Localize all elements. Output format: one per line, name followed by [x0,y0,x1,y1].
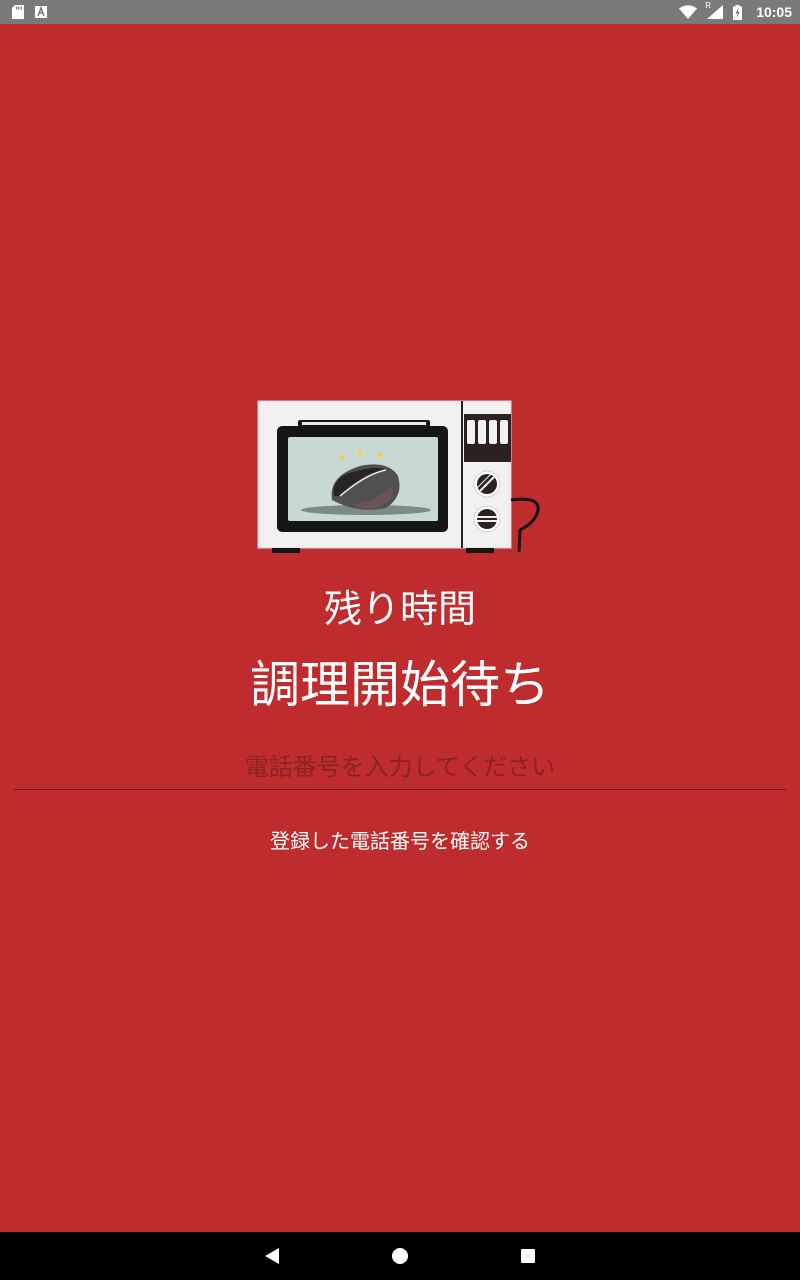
sd-card-icon [12,5,24,19]
cell-signal-icon: R [705,1,724,19]
roaming-mark: R [705,1,711,10]
cooking-status: 調理開始待ち [250,656,550,714]
battery-charging-icon [733,4,743,20]
font-a-icon [34,5,48,19]
status-left-icons [12,5,48,19]
confirm-registered-phone-link[interactable]: 登録した電話番号を確認する [0,826,800,856]
microwave-illustration [254,400,544,555]
main-content: 残り時間 調理開始待ち 登録した電話番号を確認する [0,24,800,1232]
home-icon [392,1248,408,1264]
back-button[interactable] [242,1232,302,1280]
home-button[interactable] [370,1232,430,1280]
back-icon [265,1248,279,1264]
wifi-icon [679,5,698,19]
recents-icon [521,1249,535,1263]
phone-number-field [14,744,786,790]
remaining-time-label: 残り時間 [323,587,476,631]
recents-button[interactable] [498,1232,558,1280]
status-right-icons: R 10:05 [679,1,792,20]
clock: 10:05 [756,4,792,20]
phone-number-input[interactable] [14,744,786,789]
navigation-bar [0,1232,800,1280]
status-bar: R 10:05 [0,0,800,24]
